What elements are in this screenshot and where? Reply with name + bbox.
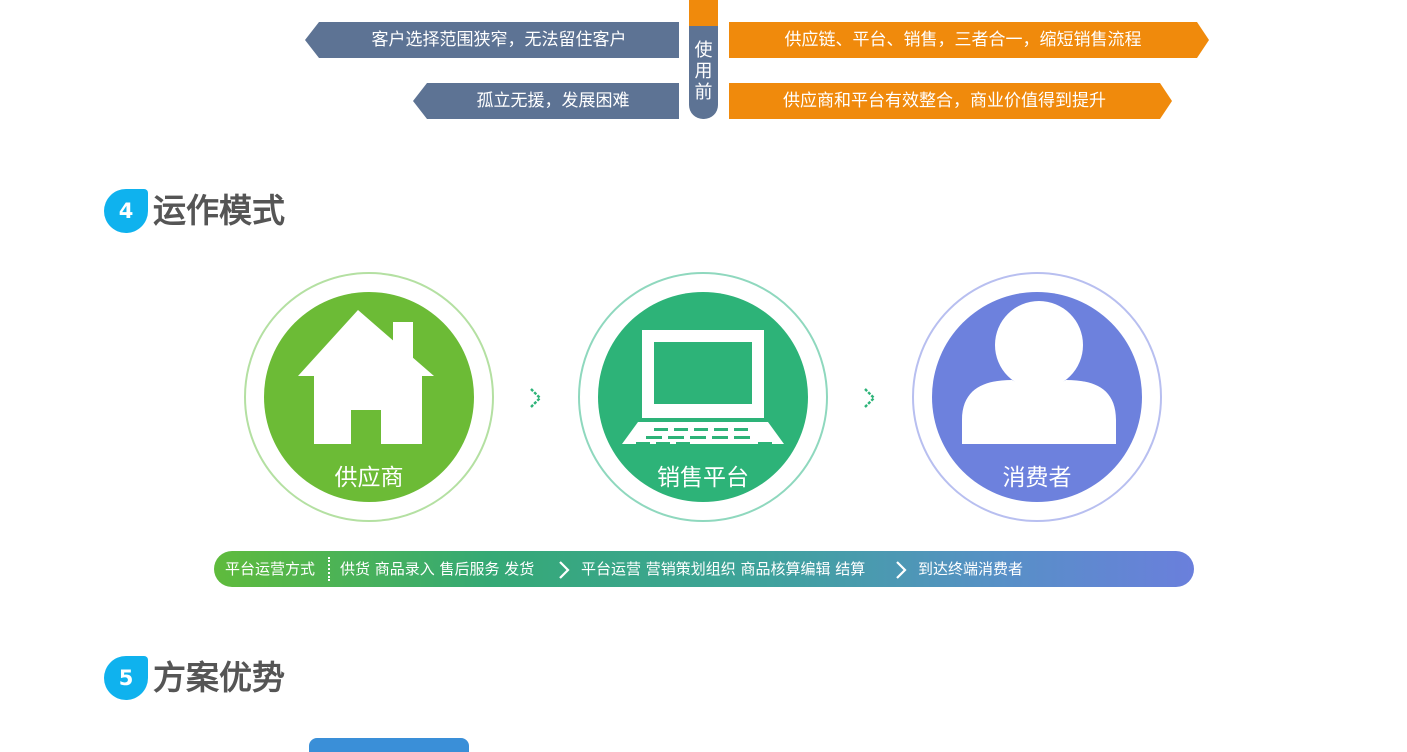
section-number-badge: 4 xyxy=(104,189,148,233)
supplier-disc: 供应商 xyxy=(264,292,474,502)
after-benefit-1: 供应链、平台、销售，三者合一，缩短销售流程 xyxy=(729,22,1209,58)
consumer-label: 消费者 xyxy=(1002,465,1072,491)
center-bar-cap xyxy=(689,0,718,26)
supplier-label: 供应商 xyxy=(334,465,404,491)
supplier-circle: 供应商 xyxy=(244,272,494,522)
flow-divider xyxy=(328,557,330,581)
chevron-right-icon xyxy=(896,561,907,579)
platform-disc: 销售平台 xyxy=(598,292,808,502)
chevron-right-icon xyxy=(559,561,570,579)
section-number-badge: 5 xyxy=(104,656,148,700)
section-title: 方案优势 xyxy=(153,658,285,697)
consumer-disc: 消费者 xyxy=(932,292,1142,502)
flow-step: 平台运营 营销策划组织 商品核算编辑 结算 xyxy=(581,560,866,578)
platform-circle: 销售平台 xyxy=(578,272,828,522)
flow-step: 供货 商品录入 售后服务 发货 xyxy=(340,560,535,578)
advantage-tab xyxy=(309,738,469,752)
before-label-char: 用 xyxy=(694,61,713,82)
operation-flow-bar: 平台运营方式 供货 商品录入 售后服务 发货 平台运营 营销策划组织 商品核算编… xyxy=(214,551,1194,587)
consumer-circle: 消费者 xyxy=(912,272,1162,522)
section-title: 运作模式 xyxy=(153,191,285,230)
after-benefit-2: 供应商和平台有效整合，商业价值得到提升 xyxy=(729,83,1172,119)
chevron-right-icon xyxy=(864,388,876,408)
before-label: 使 用 前 xyxy=(689,40,718,103)
before-problem-1: 客户选择范围狭窄，无法留住客户 xyxy=(305,22,679,58)
before-problem-2: 孤立无援，发展困难 xyxy=(413,83,679,119)
flow-title: 平台运营方式 xyxy=(225,560,316,578)
platform-label: 销售平台 xyxy=(657,465,749,491)
chevron-right-icon xyxy=(530,388,542,408)
before-label-bar: 使 用 前 xyxy=(689,0,718,119)
before-label-char: 前 xyxy=(694,82,713,103)
before-label-char: 使 xyxy=(694,40,713,61)
flow-step: 到达终端消费者 xyxy=(918,560,1024,578)
